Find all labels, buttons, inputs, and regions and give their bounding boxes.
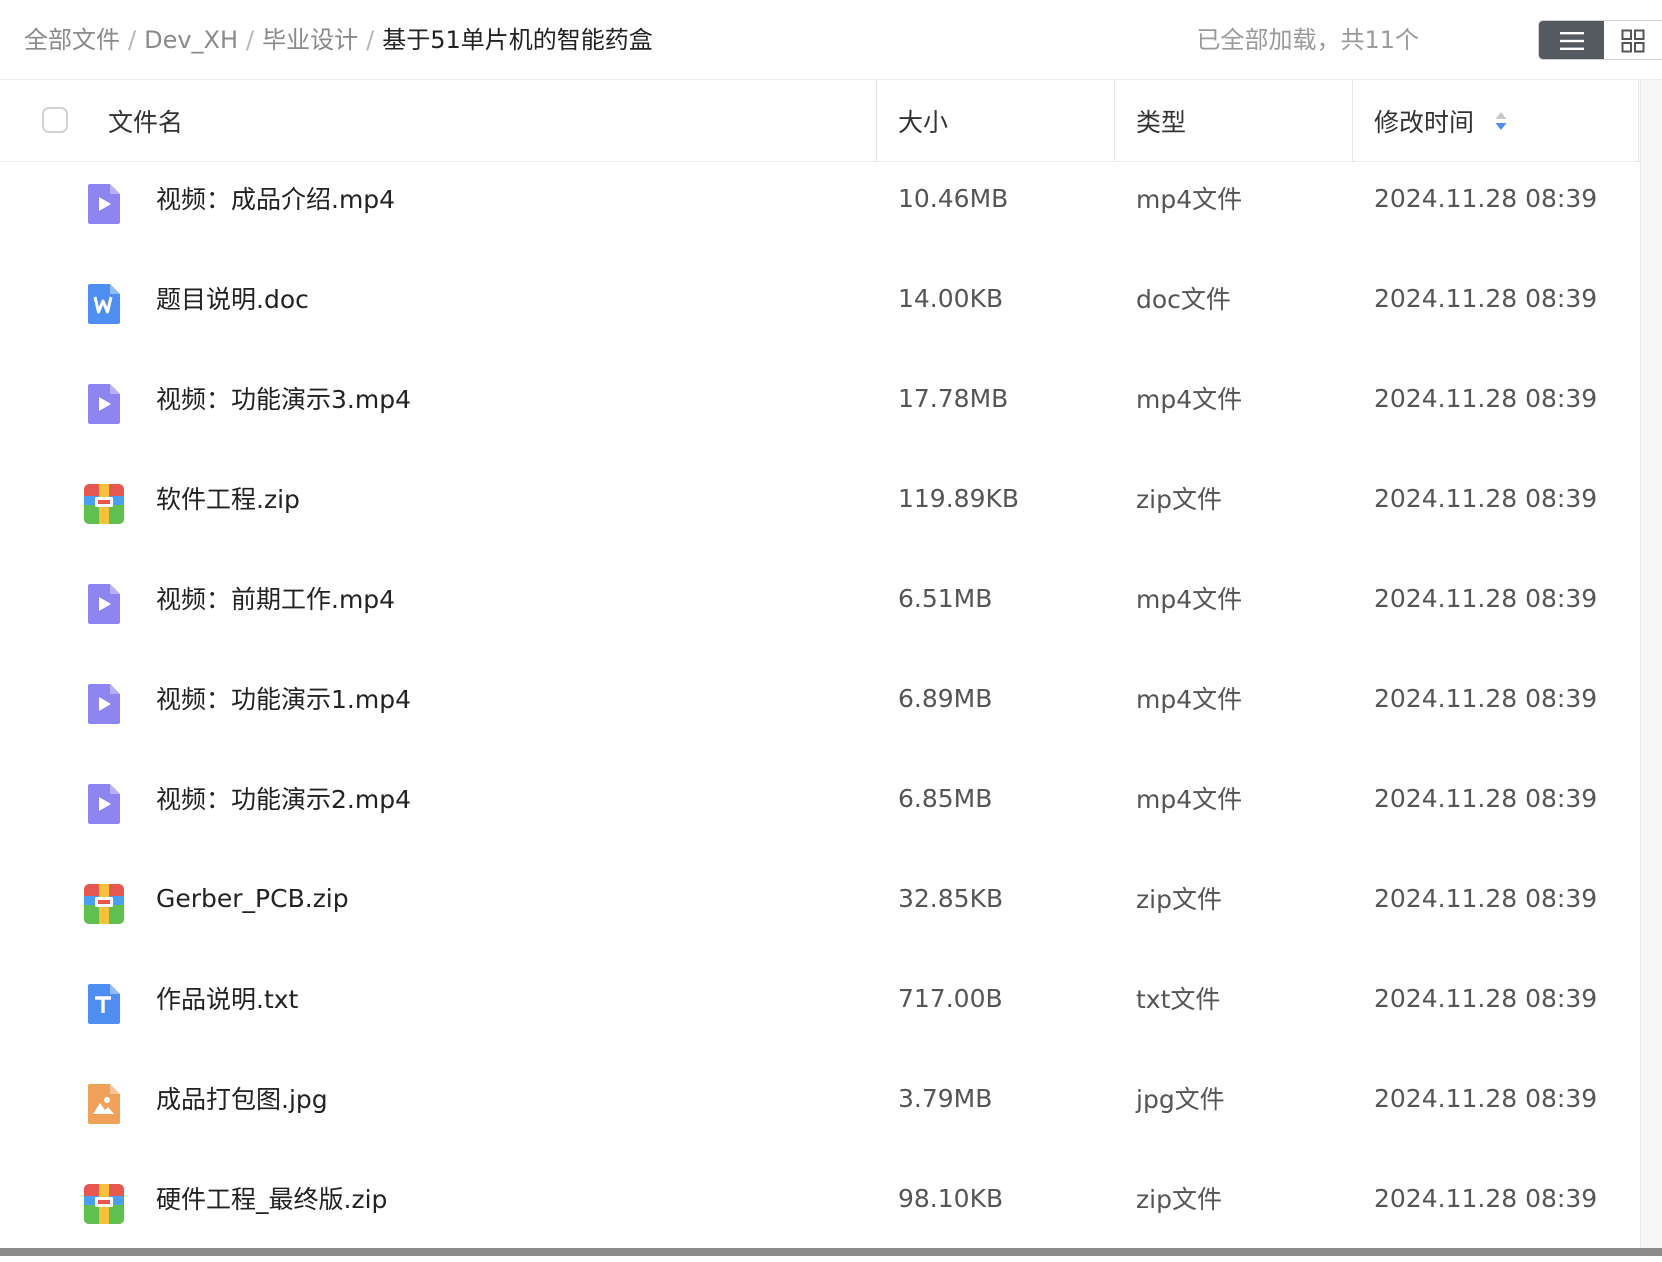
file-name[interactable]: 视频：前期工作.mp4 [156,548,395,648]
video-file-icon [82,382,126,426]
table-row[interactable]: 硬件工程_最终版.zip 98.10KB zip文件 2024.11.28 08:39 [0,1162,1640,1262]
file-name[interactable]: 视频：功能演示1.mp4 [156,648,411,748]
column-header-modified-label: 修改时间 [1374,108,1475,137]
file-type: txt文件 [1136,985,1221,1014]
file-name[interactable]: 视频：功能演示2.mp4 [156,748,411,848]
file-size: 6.85MB [898,783,993,813]
column-divider [1352,80,1353,162]
zip-file-icon [82,482,126,526]
table-row[interactable]: 作品说明.txt 717.00B txt文件 2024.11.28 08:39 [0,962,1640,1062]
column-divider [1114,80,1115,162]
video-file-icon [82,682,126,726]
file-type: mp4文件 [1136,785,1243,814]
file-name[interactable]: 视频：功能演示3.mp4 [156,348,411,448]
file-modified-time: 2024.11.28 08:39 [1374,183,1598,213]
file-name[interactable]: 作品说明.txt [156,948,298,1048]
load-status-text: 已全部加载，共11个 [1196,26,1419,54]
file-type: zip文件 [1136,1185,1222,1214]
file-size: 32.85KB [898,883,1004,913]
list-view-icon [1559,32,1584,50]
file-name[interactable]: 硬件工程_最终版.zip [156,1148,387,1248]
file-size: 14.00KB [898,283,1004,313]
file-size: 17.78MB [898,383,1009,413]
breadcrumb: 全部文件 / Dev_XH / 毕业设计 / 基于51单片机的智能药盒 [24,22,653,58]
file-size: 6.89MB [898,683,993,713]
vertical-scrollbar[interactable] [1640,80,1662,1256]
table-row[interactable]: 视频：成品介绍.mp4 10.46MB mp4文件 2024.11.28 08:39 [0,162,1640,262]
file-type: mp4文件 [1136,585,1243,614]
file-size: 98.10KB [898,1183,1004,1213]
word-file-icon [82,282,126,326]
file-size: 3.79MB [898,1083,993,1113]
file-modified-time: 2024.11.28 08:39 [1374,883,1598,913]
file-modified-time: 2024.11.28 08:39 [1374,283,1598,313]
view-toggle [1538,20,1662,60]
video-file-icon [82,182,126,226]
horizontal-scrollbar[interactable] [0,1248,1662,1256]
breadcrumb-current-folder: 基于51单片机的智能药盒 [382,26,653,54]
file-modified-time: 2024.11.28 08:39 [1374,483,1598,513]
table-row[interactable]: 软件工程.zip 119.89KB zip文件 2024.11.28 08:39 [0,462,1640,562]
table-row[interactable]: 视频：前期工作.mp4 6.51MB mp4文件 2024.11.28 08:39 [0,562,1640,662]
file-type: mp4文件 [1136,185,1243,214]
file-name[interactable]: 软件工程.zip [156,448,300,548]
video-file-icon [82,582,126,626]
list-view-button[interactable] [1539,21,1605,59]
file-type: mp4文件 [1136,685,1243,714]
image-file-icon [82,1082,126,1126]
breadcrumb-separator: / [128,26,137,54]
grid-view-icon [1621,29,1645,53]
breadcrumb-item-dev-xh[interactable]: Dev_XH [144,26,238,54]
table-row[interactable]: 成品打包图.jpg 3.79MB jpg文件 2024.11.28 08:39 [0,1062,1640,1162]
file-type: jpg文件 [1136,1085,1225,1114]
zip-file-icon [82,1182,126,1226]
file-size: 717.00B [898,983,1003,1013]
breadcrumb-item-graduation-design[interactable]: 毕业设计 [262,26,358,54]
file-modified-time: 2024.11.28 08:39 [1374,583,1598,613]
column-divider [1638,80,1639,162]
sort-icon[interactable] [1494,109,1508,133]
file-name[interactable]: 题目说明.doc [156,248,309,348]
file-name[interactable]: Gerber_PCB.zip [156,848,349,948]
text-file-icon [82,982,126,1026]
grid-view-button[interactable] [1604,21,1662,59]
file-modified-time: 2024.11.28 08:39 [1374,383,1598,413]
table-row[interactable]: Gerber_PCB.zip 32.85KB zip文件 2024.11.28 08:… [0,862,1640,962]
file-modified-time: 2024.11.28 08:39 [1374,683,1598,713]
file-modified-time: 2024.11.28 08:39 [1374,983,1598,1013]
column-divider [876,80,877,162]
breadcrumb-separator: / [246,26,255,54]
file-size: 119.89KB [898,483,1020,513]
file-type: mp4文件 [1136,385,1243,414]
file-name[interactable]: 成品打包图.jpg [156,1048,328,1148]
table-row[interactable]: 视频：功能演示3.mp4 17.78MB mp4文件 2024.11.28 08:39 [0,362,1640,462]
table-row[interactable]: 题目说明.doc 14.00KB doc文件 2024.11.28 08:39 [0,262,1640,362]
file-list: 视频：成品介绍.mp4 10.46MB mp4文件 2024.11.28 08:39 … [0,162,1662,1262]
table-row[interactable]: 视频：功能演示1.mp4 6.89MB mp4文件 2024.11.28 08:39 [0,662,1640,762]
file-modified-time: 2024.11.28 08:39 [1374,1083,1598,1113]
select-all-checkbox[interactable] [42,107,68,133]
file-size: 6.51MB [898,583,993,613]
file-type: doc文件 [1136,285,1231,314]
file-modified-time: 2024.11.28 08:39 [1374,1183,1598,1213]
file-name[interactable]: 视频：成品介绍.mp4 [156,148,395,248]
breadcrumb-item-all-files[interactable]: 全部文件 [24,26,120,54]
file-type: zip文件 [1136,885,1222,914]
zip-file-icon [82,882,126,926]
breadcrumb-separator: / [366,26,375,54]
table-row[interactable]: 视频：功能演示2.mp4 6.85MB mp4文件 2024.11.28 08:39 [0,762,1640,862]
top-bar: 全部文件 / Dev_XH / 毕业设计 / 基于51单片机的智能药盒 已全部加载，共11个 [0,0,1662,80]
file-size: 10.46MB [898,183,1009,213]
file-modified-time: 2024.11.28 08:39 [1374,783,1598,813]
video-file-icon [82,782,126,826]
file-type: zip文件 [1136,485,1222,514]
